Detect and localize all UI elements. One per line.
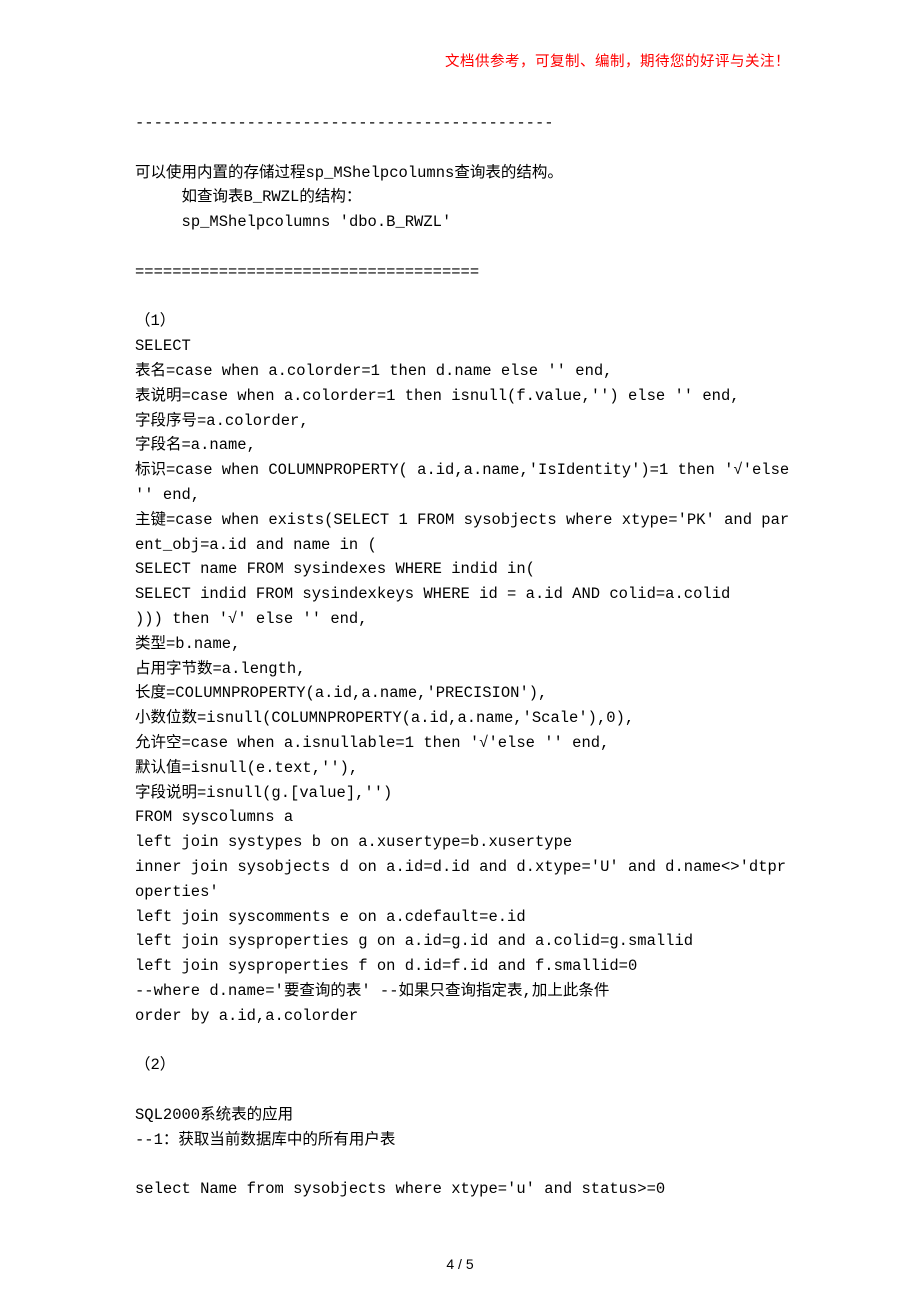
paragraph-line: sp_MShelpcolumns 'dbo.B_RWZL' xyxy=(135,213,451,231)
code-line: 表名=case when a.colorder=1 then d.name el… xyxy=(135,362,612,380)
code-line: left join sysproperties g on a.id=g.id a… xyxy=(135,932,693,950)
code-line: 类型=b.name, xyxy=(135,635,240,653)
code-line: 标识=case when COLUMNPROPERTY( a.id,a.name… xyxy=(135,461,799,504)
code-line: --1：获取当前数据库中的所有用户表 xyxy=(135,1131,395,1149)
divider-line: ----------------------------------------… xyxy=(135,114,554,132)
code-line: 允许空=case when a.isnullable=1 then '√'els… xyxy=(135,734,609,752)
code-line: SELECT name FROM sysindexes WHERE indid … xyxy=(135,560,535,578)
code-line: SELECT xyxy=(135,337,191,355)
section-label: （2） xyxy=(135,1056,175,1074)
code-line: left join systypes b on a.xusertype=b.xu… xyxy=(135,833,572,851)
code-line: 字段说明=isnull(g.[value],'') xyxy=(135,784,392,802)
paragraph-line: 可以使用内置的存储过程sp_MShelpcolumns查询表的结构。 xyxy=(135,164,563,182)
document-page: 文档供参考，可复制、编制，期待您的好评与关注！ ----------------… xyxy=(0,0,920,1302)
code-line: ))) then '√' else '' end, xyxy=(135,610,368,628)
header-note: 文档供参考，可复制、编制，期待您的好评与关注！ xyxy=(135,50,790,71)
code-line: --where d.name='要查询的表' --如果只查询指定表,加上此条件 xyxy=(135,982,609,1000)
code-line: left join sysproperties f on d.id=f.id a… xyxy=(135,957,637,975)
code-line: 占用字节数=a.length, xyxy=(135,660,306,678)
code-line: SQL2000系统表的应用 xyxy=(135,1106,293,1124)
page-number: 4 / 5 xyxy=(0,1256,920,1272)
code-line: 表说明=case when a.colorder=1 then isnull(f… xyxy=(135,387,740,405)
paragraph-line: 如查询表B_RWZL的结构： xyxy=(135,188,361,206)
code-line: 字段名=a.name, xyxy=(135,436,256,454)
code-line: 字段序号=a.colorder, xyxy=(135,412,309,430)
code-line: FROM syscolumns a xyxy=(135,808,293,826)
code-line: left join syscomments e on a.cdefault=e.… xyxy=(135,908,526,926)
document-body: ----------------------------------------… xyxy=(135,111,790,1202)
code-line: 默认值=isnull(e.text,''), xyxy=(135,759,358,777)
code-line: 小数位数=isnull(COLUMNPROPERTY(a.id,a.name,'… xyxy=(135,709,634,727)
section-label: （1） xyxy=(135,312,175,330)
code-line: order by a.id,a.colorder xyxy=(135,1007,358,1025)
divider-line: ===================================== xyxy=(135,263,479,281)
code-line: inner join sysobjects d on a.id=d.id and… xyxy=(135,858,786,901)
code-line: 长度=COLUMNPROPERTY(a.id,a.name,'PRECISION… xyxy=(135,684,547,702)
code-line: SELECT indid FROM sysindexkeys WHERE id … xyxy=(135,585,730,603)
code-line: select Name from sysobjects where xtype=… xyxy=(135,1180,665,1198)
code-line: 主键=case when exists(SELECT 1 FROM sysobj… xyxy=(135,511,789,554)
